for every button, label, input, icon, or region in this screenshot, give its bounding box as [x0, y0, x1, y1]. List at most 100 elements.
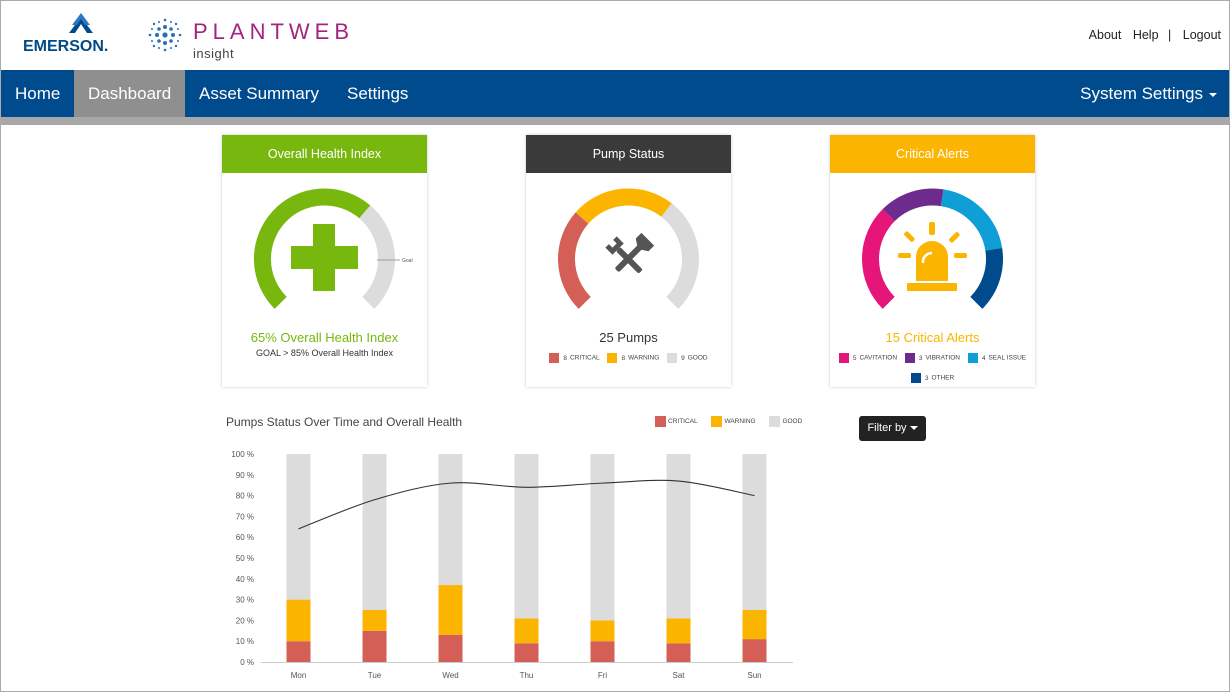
- legend-label: CAVITATION: [859, 354, 898, 362]
- plantweb-dots-icon: [148, 18, 182, 52]
- health-goal-text: GOAL > 85% Overall Health Index: [256, 348, 393, 358]
- bar-segment-good: [438, 454, 463, 586]
- bar-segment-critical: [666, 643, 691, 662]
- bar-segment-critical: [286, 641, 311, 662]
- nav-home[interactable]: Home: [1, 70, 74, 117]
- bar-segment-warning: [514, 618, 539, 644]
- y-tick-label: 30 %: [236, 596, 254, 605]
- link-separator: |: [1168, 28, 1172, 42]
- bar-segment-critical: [514, 643, 539, 662]
- alerts-title: 15 Critical Alerts: [885, 330, 980, 345]
- chevron-down-icon: [1209, 92, 1217, 97]
- chevron-down-icon: [909, 426, 918, 431]
- bar-segment-good: [742, 454, 767, 610]
- plantweb-title: PLANTWEB: [193, 19, 355, 44]
- alerts-card-header: Critical Alerts: [830, 135, 1035, 173]
- nav-asset-summary[interactable]: Asset Summary: [185, 70, 333, 117]
- y-tick-label: 50 %: [236, 554, 254, 563]
- x-tick-label: Mon: [291, 671, 307, 680]
- logout-link[interactable]: Logout: [1183, 28, 1221, 42]
- legend-swatch: [967, 353, 978, 363]
- alerts-gauge: [862, 188, 1003, 309]
- chart-title: Pumps Status Over Time and Overall Healt…: [226, 415, 463, 429]
- chart-legend: CRITICAL WARNING GOOD: [655, 416, 814, 427]
- emerson-logo[interactable]: EMERSON.: [23, 11, 133, 59]
- bar-segment-warning: [438, 585, 463, 635]
- x-tick-label: Wed: [442, 671, 458, 680]
- alerts-gauge-vibration: [882, 188, 944, 222]
- pump-card-header: Pump Status: [526, 135, 731, 173]
- alerts-legend-row-1: 5 CAVITATION 3 VIBRATION 4 SEAL ISSUE: [830, 353, 1035, 363]
- legend-swatch: [607, 353, 618, 363]
- legend-warning: 8 WARNING: [607, 353, 659, 363]
- alarm-beacon-icon: [898, 222, 967, 291]
- legend-count: 3: [924, 374, 929, 382]
- legend-label: WARNING: [628, 354, 660, 362]
- alerts-card: Critical Alerts 15 Critical Alerts 5 CAVI…: [830, 135, 1035, 387]
- bar-segment-critical: [590, 641, 615, 662]
- help-link[interactable]: Help: [1133, 28, 1159, 42]
- x-tick-label: Thu: [520, 671, 534, 680]
- health-gauge-track: [358, 205, 395, 309]
- legend-count: 8: [621, 354, 626, 362]
- legend-swatch: [655, 416, 666, 427]
- top-header: EMERSON. PLANTWEB insight About Help | L…: [1, 1, 1229, 70]
- bar-segment-warning: [286, 599, 311, 642]
- legend-seal-issue: 4 SEAL ISSUE: [967, 353, 1027, 363]
- legend-other: 3 OTHER: [910, 373, 955, 383]
- health-title: 65% Overall Health Index: [250, 330, 399, 345]
- medical-cross-icon: [291, 224, 358, 291]
- filter-by-label: Filter by: [867, 422, 907, 434]
- pump-legend: 8 CRITICAL 8 WARNING 9 GOOD: [526, 353, 731, 363]
- legend-swatch: [667, 353, 678, 363]
- pump-title: 25 Pumps: [599, 330, 658, 345]
- pump-status-chart: 0 % 10 % 20 % 30 % 40 % 50 % 60 % 70 % 80 % 90 % 1…: [231, 450, 793, 680]
- pump-gauge-warning: [575, 188, 672, 224]
- pump-gauge-critical: [558, 212, 591, 309]
- goal-label: Goal: [402, 258, 413, 264]
- system-settings-dropdown[interactable]: System Settings: [1080, 70, 1217, 117]
- y-tick-label: 40 %: [236, 575, 254, 584]
- legend-swatch: [910, 373, 921, 383]
- y-tick-label: 10 %: [236, 637, 254, 646]
- alerts-gauge-other: [970, 247, 1003, 309]
- legend-swatch: [549, 353, 560, 363]
- main-nav: Home Dashboard Asset Summary Settings Sy…: [1, 70, 1229, 117]
- filter-by-button[interactable]: Filter by: [859, 416, 926, 441]
- alerts-gauge-cavitation: [862, 209, 895, 309]
- health-gauge: Goal: [254, 188, 413, 309]
- chart-legend-critical: CRITICAL: [655, 416, 698, 427]
- alerts-legend-row-2: 3 OTHER: [830, 373, 1035, 383]
- bar-segment-warning: [590, 620, 615, 642]
- plantweb-logo[interactable]: PLANTWEB insight: [145, 15, 385, 65]
- bar-segment-good: [590, 454, 615, 621]
- legend-label: CRITICAL: [570, 354, 600, 362]
- legend-critical: 8 CRITICAL: [549, 353, 600, 363]
- dashboard-page: EMERSON. PLANTWEB insight About Help | L…: [0, 0, 1230, 692]
- system-settings-label: System Settings: [1080, 84, 1203, 103]
- nav-dashboard[interactable]: Dashboard: [74, 70, 186, 117]
- legend-label: GOOD: [782, 418, 803, 426]
- legend-label: SEAL ISSUE: [988, 354, 1027, 362]
- y-tick-label: 70 %: [236, 512, 254, 521]
- bar-segment-critical: [438, 634, 463, 662]
- bar-segment-good: [514, 454, 539, 619]
- y-tick-label: 60 %: [236, 533, 254, 542]
- y-tick-label: 100 %: [231, 450, 254, 459]
- y-tick-label: 90 %: [236, 471, 254, 480]
- about-link[interactable]: About: [1089, 28, 1122, 42]
- tools-icon: [605, 232, 655, 274]
- bar-segment-warning: [362, 610, 387, 631]
- legend-count: 8: [563, 354, 568, 362]
- pump-gauge-good: [661, 203, 699, 309]
- nav-settings[interactable]: Settings: [333, 70, 422, 117]
- top-links: About Help | Logout: [1081, 28, 1221, 42]
- legend-count: 3: [918, 354, 923, 362]
- legend-count: 5: [852, 354, 857, 362]
- chart-legend-good: GOOD: [769, 416, 802, 427]
- legend-count: 9: [681, 354, 685, 362]
- legend-label: WARNING: [724, 418, 756, 426]
- legend-swatch: [711, 416, 723, 427]
- x-tick-label: Fri: [598, 671, 608, 680]
- legend-label: OTHER: [931, 374, 955, 382]
